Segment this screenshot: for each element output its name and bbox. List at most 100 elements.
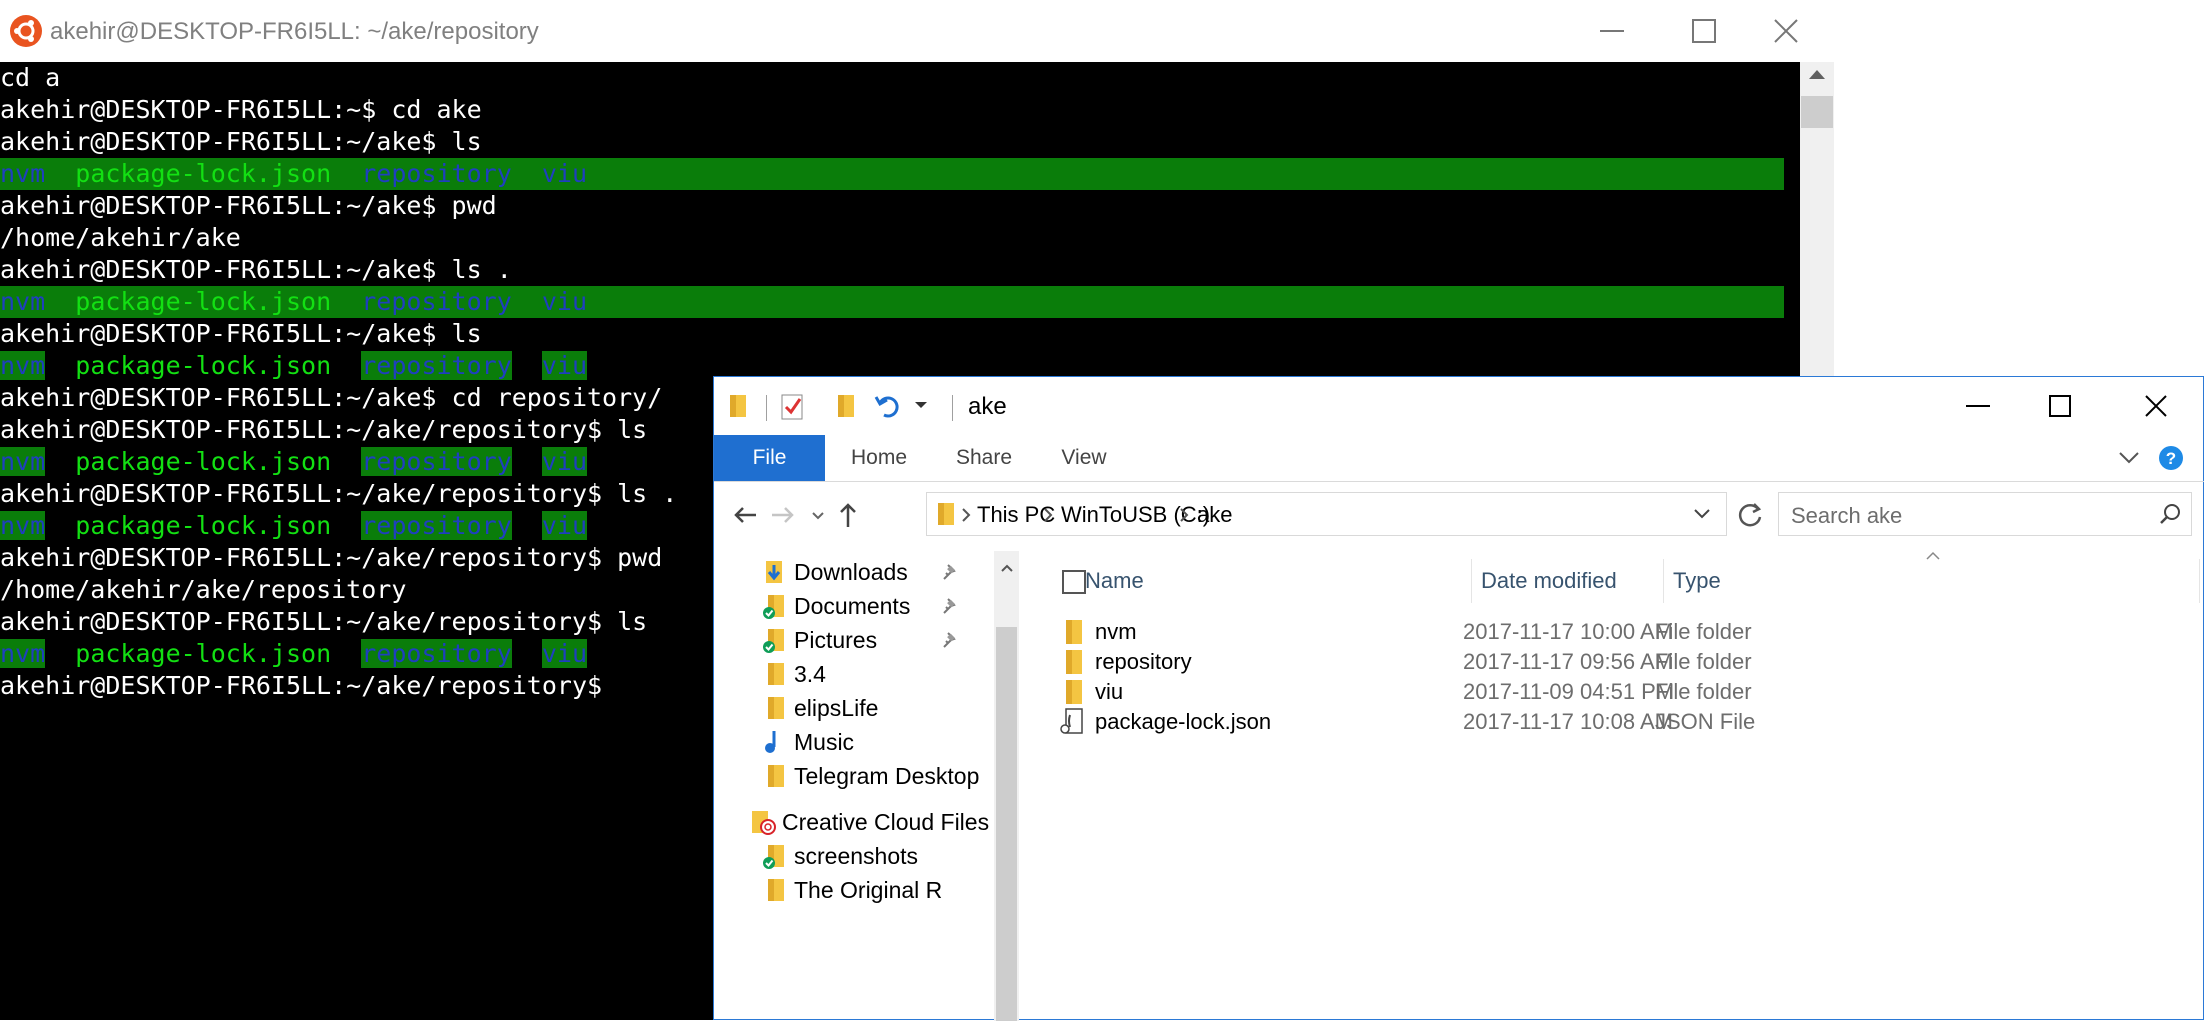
terminal-line: nvm package-lock.json repository viu: [0, 158, 1784, 190]
terminal-titlebar[interactable]: akehir@DESKTOP-FR6I5LL: ~/ake/repository: [0, 0, 1834, 63]
terminal-maximize-button[interactable]: [1658, 0, 1750, 62]
ls-directory-entry: viu: [541, 159, 588, 188]
terminal-line: akehir@DESKTOP-FR6I5LL:~/ake$ ls: [0, 127, 482, 156]
address-row: This PC WinToUSB (C:) ake Search ake: [714, 481, 2204, 551]
nav-item-label: Telegram Desktop: [794, 763, 980, 789]
back-icon[interactable]: [728, 497, 764, 533]
ls-file-entry: package-lock.json: [75, 287, 332, 316]
scroll-up-icon[interactable]: [1809, 70, 1825, 79]
help-icon[interactable]: ?: [2158, 445, 2184, 471]
synced-folder-icon: [763, 845, 784, 869]
svg-text:?: ?: [2166, 449, 2176, 468]
explorer-titlebar[interactable]: ake: [714, 377, 2204, 435]
customize-toolbar-dropdown-icon[interactable]: [914, 401, 928, 411]
column-date-label: Date modified: [1481, 568, 1617, 593]
ls-file-entry: package-lock.json: [75, 159, 332, 188]
ls-directory-entry: viu: [541, 351, 588, 380]
terminal-close-button[interactable]: [1740, 0, 1832, 62]
terminal-line: akehir@DESKTOP-FR6I5LL:~/ake$ pwd: [0, 191, 497, 220]
pin-icon[interactable]: [940, 597, 960, 617]
tab-view[interactable]: View: [1036, 435, 1132, 481]
new-folder-icon[interactable]: [834, 393, 858, 419]
ls-directory-entry: repository: [361, 447, 512, 476]
music-folder-icon: [765, 731, 776, 753]
ls-directory-entry: nvm: [0, 351, 46, 380]
terminal-line: akehir@DESKTOP-FR6I5LL:~/ake$ ls: [0, 319, 482, 348]
properties-icon[interactable]: [780, 391, 806, 421]
search-icon[interactable]: [2159, 503, 2181, 525]
chevron-right-icon[interactable]: [961, 508, 971, 522]
ubuntu-icon: [10, 15, 42, 47]
ribbon-tabs: File Home Share View ?: [714, 435, 2204, 482]
nav-scroll-thumb[interactable]: [996, 627, 1017, 1021]
nav-item-label: The Original R: [794, 877, 943, 903]
chevron-right-icon[interactable]: [1179, 508, 1189, 522]
terminal-line: akehir@DESKTOP-FR6I5LL:~$ cd ake: [0, 95, 482, 124]
folder-icon: [768, 697, 784, 719]
downloads-folder-icon: [766, 561, 782, 583]
terminal-line: cd a: [0, 63, 61, 92]
ls-directory-entry: nvm: [0, 159, 46, 188]
pin-icon[interactable]: [940, 631, 960, 651]
nav-item-label: elipsLife: [794, 695, 879, 721]
folder-icon: [768, 765, 784, 787]
select-all-checkbox[interactable]: [1062, 570, 1086, 594]
ls-directory-entry: nvm: [0, 511, 46, 540]
file-row[interactable]: package-lock.json 2017-11-17 10:08 AM JSON…: [1019, 701, 2204, 743]
address-bar[interactable]: This PC WinToUSB (C:) ake: [926, 492, 1727, 536]
ls-file-entry: package-lock.json: [75, 447, 332, 476]
documents-folder-icon: [763, 595, 784, 619]
terminal-minimize-button[interactable]: [1566, 0, 1658, 62]
column-type-label: Type: [1673, 568, 1721, 593]
chevron-right-icon[interactable]: [1043, 508, 1053, 522]
forward-icon[interactable]: [764, 497, 800, 533]
tab-file[interactable]: File: [714, 435, 825, 481]
nav-item-label: 3.4: [794, 661, 826, 687]
file-list[interactable]: Name Date modified Type nvm 2017-11-17 10…: [1019, 551, 2204, 1021]
explorer-maximize-button[interactable]: [2014, 377, 2106, 435]
up-icon[interactable]: [830, 497, 866, 533]
ls-directory-entry: viu: [541, 287, 588, 316]
search-placeholder: Search ake: [1791, 503, 1903, 528]
undo-icon[interactable]: [874, 391, 902, 419]
close-icon: [1774, 19, 1798, 43]
creative-cloud-icon: [752, 811, 776, 835]
ls-directory-entry: viu: [541, 639, 588, 668]
ls-file-entry: package-lock.json: [75, 639, 332, 668]
ls-directory-entry: nvm: [0, 287, 46, 316]
nav-scrollbar[interactable]: [994, 551, 1019, 1021]
ls-directory-entry: repository: [361, 639, 512, 668]
terminal-scroll-thumb[interactable]: [1801, 96, 1833, 128]
file-type: JSON File: [1655, 709, 1756, 734]
nav-item-label: Downloads: [794, 559, 908, 585]
terminal-line: /home/akehir/ake: [0, 223, 241, 252]
folder-icon: [730, 395, 746, 417]
terminal-line: nvm package-lock.json repository viu: [0, 286, 1784, 318]
expand-ribbon-icon[interactable]: [2118, 451, 2140, 465]
navigation-pane[interactable]: Downloads Documents Pictures 3.4 elipsLife Mu…: [714, 551, 1019, 1021]
breadcrumb-ake[interactable]: ake: [1197, 502, 1232, 528]
nav-item-label: Music: [794, 729, 855, 755]
pin-icon[interactable]: [940, 563, 960, 583]
column-name[interactable]: Name: [1085, 551, 1471, 603]
scroll-up-icon[interactable]: [1000, 563, 1014, 573]
nav-item-label: Pictures: [794, 627, 878, 653]
column-date-modified[interactable]: Date modified: [1481, 551, 1663, 603]
nav-item-label: screenshots: [794, 843, 919, 869]
search-box[interactable]: Search ake: [1778, 492, 2192, 536]
tab-home[interactable]: Home: [826, 435, 932, 481]
address-dropdown-icon[interactable]: [1693, 508, 1711, 520]
column-type[interactable]: Type: [1673, 551, 1873, 603]
explorer-close-button[interactable]: [2110, 377, 2202, 435]
tab-share[interactable]: Share: [934, 435, 1034, 481]
file-date: 2017-11-17 10:08 AM: [1463, 709, 1673, 734]
ls-directory-entry: nvm: [0, 447, 46, 476]
terminal-title: akehir@DESKTOP-FR6I5LL: ~/ake/repository: [50, 18, 539, 45]
explorer-minimize-button[interactable]: [1932, 377, 2024, 435]
file-explorer-window[interactable]: ake File Home Share View ? This PC WinTo…: [713, 376, 2204, 1021]
refresh-icon[interactable]: [1732, 497, 1768, 533]
ls-file-entry: package-lock.json: [75, 351, 332, 380]
terminal-line: akehir@DESKTOP-FR6I5LL:~/ake$ ls .: [0, 255, 512, 284]
ls-directory-entry: repository: [361, 351, 512, 380]
json-file-icon: [1060, 708, 1083, 734]
